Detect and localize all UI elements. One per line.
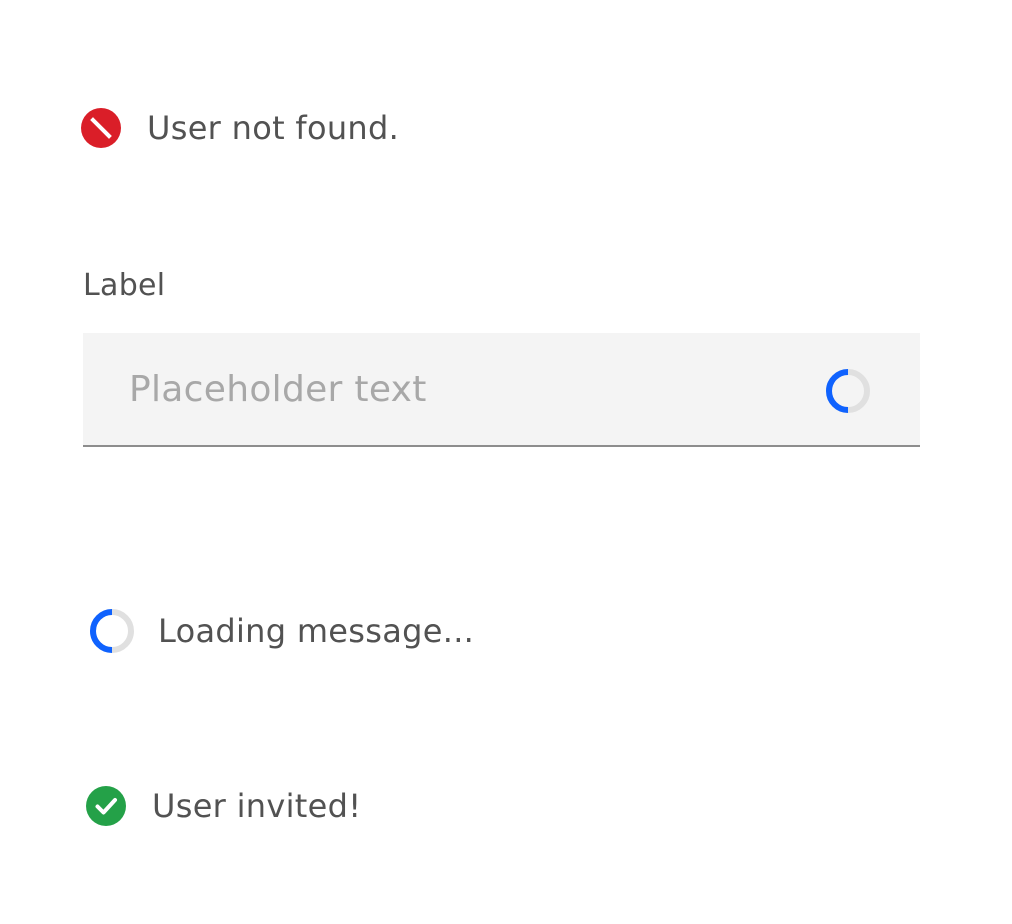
text-input-container bbox=[83, 333, 920, 447]
field-label: Label bbox=[83, 268, 166, 303]
loading-message: Loading message... bbox=[158, 612, 475, 650]
success-message: User invited! bbox=[152, 787, 362, 825]
checkmark-icon bbox=[85, 785, 127, 827]
error-status: User not found. bbox=[80, 106, 399, 150]
error-icon bbox=[80, 107, 122, 149]
text-input[interactable] bbox=[83, 333, 803, 445]
loading-spinner-icon bbox=[824, 367, 872, 415]
loading-status: Loading message... bbox=[88, 606, 474, 656]
error-message: User not found. bbox=[147, 109, 400, 147]
loading-spinner-icon bbox=[88, 607, 136, 655]
success-status: User invited! bbox=[85, 783, 361, 829]
